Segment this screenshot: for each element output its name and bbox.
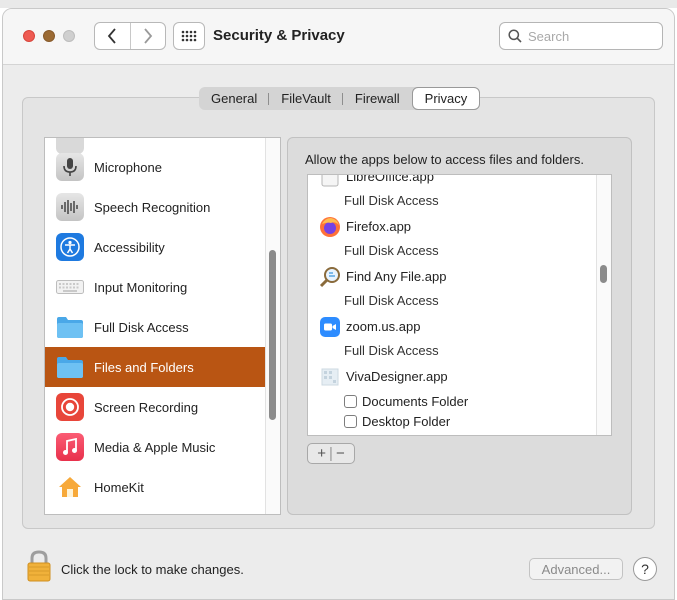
show-all-button[interactable] (173, 22, 205, 50)
grid-icon (181, 30, 197, 42)
menu-bar (0, 0, 677, 8)
panel-prompt: Allow the apps below to access files and… (305, 152, 584, 167)
checkbox-label: Documents Folder (362, 394, 469, 409)
category-item-speech-recognition[interactable]: Speech Recognition (45, 187, 265, 227)
title-bar: Security & Privacy (3, 9, 674, 65)
firefox-icon (319, 216, 341, 238)
folder-icon (56, 353, 84, 381)
checkbox-label: Desktop Folder (362, 414, 451, 429)
app-row-find-any-file[interactable]: Find Any File.app (308, 264, 596, 289)
forward-button[interactable] (131, 23, 166, 49)
documents-folder-checkbox[interactable] (344, 395, 357, 408)
window-title: Security & Privacy (213, 27, 345, 44)
keyboard-icon (56, 273, 84, 301)
back-button[interactable] (95, 23, 131, 49)
music-note-icon (56, 433, 84, 461)
category-scrollbar-thumb[interactable] (269, 250, 276, 420)
minimize-window-button[interactable] (43, 30, 55, 42)
document-icon (319, 175, 341, 188)
files-folders-panel: Allow the apps below to access files and… (287, 137, 632, 515)
accessibility-icon (56, 233, 84, 261)
privacy-category-list: Microphone Speech Recognition Accessibil… (44, 137, 281, 515)
home-icon (56, 473, 84, 501)
add-app-button[interactable]: + (314, 445, 329, 462)
app-name: VivaDesigner.app (346, 369, 448, 384)
category-item-homekit[interactable]: HomeKit (45, 467, 265, 507)
screen-recording-icon (56, 393, 84, 421)
chevron-left-icon (108, 28, 116, 44)
zoom-window-button[interactable] (63, 30, 75, 42)
desktop-folder-checkbox[interactable] (344, 415, 357, 428)
app-permission-label: Full Disk Access (344, 193, 439, 208)
zoom-icon (319, 316, 341, 338)
category-item-microphone[interactable]: Microphone (45, 147, 265, 187)
category-label: Microphone (94, 159, 162, 175)
app-name: Firefox.app (346, 219, 412, 234)
search-icon (508, 29, 522, 43)
chevron-right-icon (144, 28, 152, 44)
app-permissions-list: LibreOffice.app Full Disk Access Firefox… (307, 174, 612, 436)
category-label: Full Disk Access (94, 319, 189, 335)
app-permission-label: Full Disk Access (344, 243, 439, 258)
vivadesigner-icon (319, 366, 341, 388)
apps-scrollbar-track[interactable] (596, 175, 611, 435)
app-name: zoom.us.app (346, 319, 421, 334)
category-item-full-disk-access[interactable]: Full Disk Access (45, 307, 265, 347)
close-window-button[interactable] (23, 30, 35, 42)
advanced-button[interactable]: Advanced... (529, 558, 623, 580)
search-input[interactable] (528, 28, 648, 44)
category-item-files-and-folders[interactable]: Files and Folders (45, 347, 265, 387)
tab-filevault[interactable]: FileVault (269, 87, 343, 110)
help-button[interactable]: ? (633, 557, 657, 581)
category-item-screen-recording[interactable]: Screen Recording (45, 387, 265, 427)
app-row-zoom[interactable]: zoom.us.app (308, 314, 596, 339)
navigation-buttons (94, 22, 166, 50)
app-permission-label: Full Disk Access (344, 343, 439, 358)
app-name: LibreOffice.app (346, 174, 434, 184)
category-label: Screen Recording (94, 399, 199, 415)
category-label: Media & Apple Music (94, 439, 216, 455)
apps-scrollbar-thumb[interactable] (600, 265, 607, 283)
category-label: Files and Folders (94, 359, 194, 375)
preferences-window: Security & Privacy General FileVault Fir… (2, 8, 675, 600)
category-item-input-monitoring[interactable]: Input Monitoring (45, 267, 265, 307)
magnifier-icon (319, 266, 341, 288)
folder-icon (56, 313, 84, 341)
search-field[interactable] (499, 22, 663, 50)
app-row-libreoffice[interactable]: LibreOffice.app (308, 174, 596, 189)
remove-app-button[interactable]: − (333, 445, 348, 462)
privacy-content: Microphone Speech Recognition Accessibil… (22, 97, 655, 529)
app-row-firefox[interactable]: Firefox.app (308, 214, 596, 239)
desktop-folder-checkbox-row[interactable]: Desktop Folder (344, 414, 450, 429)
tab-privacy[interactable]: Privacy (411, 87, 481, 110)
microphone-icon (56, 153, 84, 181)
lock-icon[interactable] (27, 550, 51, 587)
tab-firewall[interactable]: Firewall (343, 87, 412, 110)
waveform-icon (56, 193, 84, 221)
documents-folder-checkbox-row[interactable]: Documents Folder (344, 394, 468, 409)
app-row-vivadesigner[interactable]: VivaDesigner.app (308, 364, 596, 389)
app-name: Find Any File.app (346, 269, 447, 284)
category-item-media-apple-music[interactable]: Media & Apple Music (45, 427, 265, 467)
category-item-accessibility[interactable]: Accessibility (45, 227, 265, 267)
app-permission-label: Full Disk Access (344, 293, 439, 308)
category-label: Speech Recognition (94, 199, 211, 215)
category-label: Input Monitoring (94, 279, 188, 295)
add-remove-control: + | − (307, 443, 355, 464)
lock-message: Click the lock to make changes. (61, 562, 244, 577)
tab-general[interactable]: General (199, 87, 270, 110)
category-label: HomeKit (94, 479, 144, 495)
category-label: Accessibility (94, 239, 165, 255)
tab-bar: General FileVault Firewall Privacy (199, 87, 481, 110)
